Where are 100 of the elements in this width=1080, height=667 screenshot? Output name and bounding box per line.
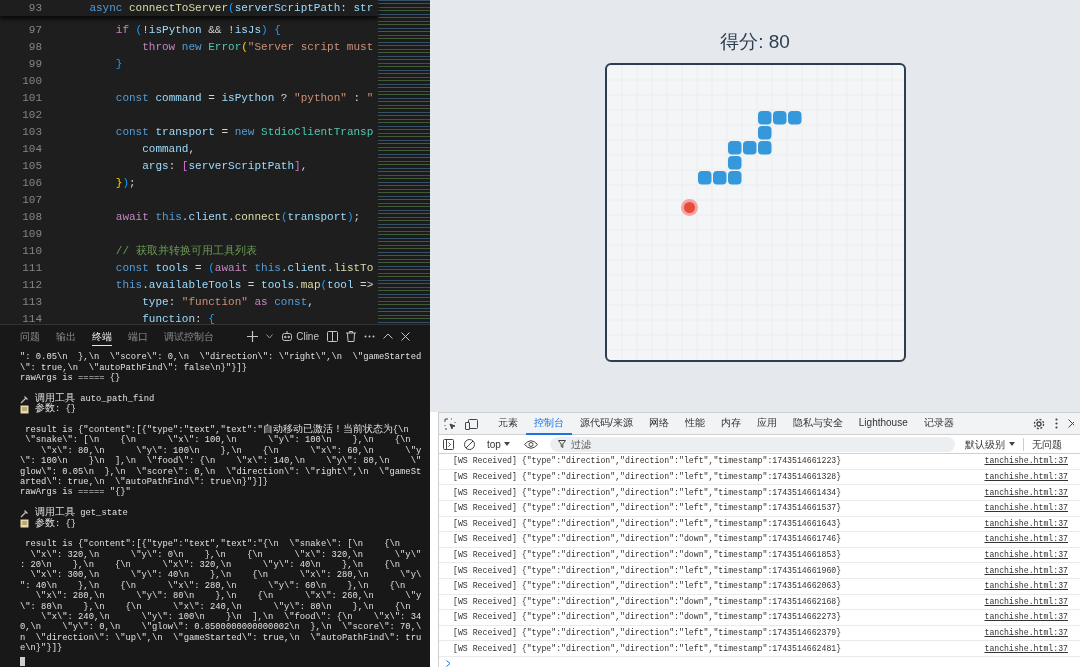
source-link[interactable]: tanchishe.html:37 [984,611,1068,624]
terminal-output: glow\": 0.05\n },\n \"score\": 0,\n \"direction\": \"right\",\n \"gameSt [20,466,422,477]
terminal-output: ": 40\n },\n {\n \"x\": 280,\n \"y\": 60\n },\n {\n [20,580,406,591]
code-line: await this.client.connect(transport); [114,210,361,226]
console-message: [WS Received] {"type":"direction","direction":"left","timestamp":1743514661223} [453,455,842,468]
line-number: 114 [21,312,43,325]
console-message: [WS Received] {"type":"direction","direction":"left","timestamp":1743514662481} [453,642,842,655]
devtools-tab[interactable]: 内存 [712,412,749,435]
eye-icon[interactable] [523,439,538,449]
more-icon[interactable] [1055,418,1058,430]
score-label: 得分: 80 [720,30,790,54]
clear-icon[interactable] [464,438,475,450]
terminal-output: 0,\n \"y\": 0,\n \"glow\": 0.8500000000000002\n },\n \"score\": 70,\ [20,622,422,633]
notepad-icon [20,404,29,414]
chevron-down-icon[interactable] [266,333,274,339]
line-number: 113 [21,295,43,311]
source-link[interactable]: tanchishe.html:37 [984,533,1068,546]
tool-call-line: 调用工具 get_state [35,508,128,519]
code-line: } [114,57,123,73]
line-number: 99 [27,57,43,73]
code-line: // 获取并转换可用工具列表 [114,244,257,260]
source-link[interactable]: tanchishe.html:37 [984,517,1068,531]
source-link[interactable]: tanchishe.html:37 [984,564,1068,577]
line-number: 93 [27,0,43,16]
code-line: command, [141,142,196,158]
terminal-output: \"snake\": [\n {\n \"x\": 100,\n \"y\": 100\n },\n {\n [24,435,411,446]
source-link[interactable]: tanchishe.html:37 [984,642,1068,655]
console-message: [WS Received] {"type":"direction","direction":"left","timestamp":1743514662379} [453,626,842,639]
panel-tab[interactable]: 终端 [92,326,112,346]
devtools-tab[interactable]: Lighthouse [850,412,916,435]
source-link[interactable]: tanchishe.html:37 [984,626,1068,640]
panel-tab[interactable]: 端口 [128,326,148,346]
code-line: async connectToServer(serverScriptPath: str [88,0,374,16]
split-icon[interactable] [327,330,338,342]
code-line: type: "function" as const, [141,295,314,311]
terminal-output: \": true,\n \"autoPathFind\": false\n}"}]} [20,362,247,373]
terminal-output: ": 0.05\n },\n \"score\": 0,\n \"direction\": \"right\",\n \"gameStarted [20,352,422,363]
console-message: [WS Received] {"type":"direction","direction":"left","timestamp":1743514661434} [453,486,842,499]
close-icon[interactable] [1068,419,1074,429]
prompt-icon[interactable] [446,660,451,667]
more-icon[interactable] [364,334,375,338]
line-number: 112 [21,278,43,294]
source-link[interactable]: tanchishe.html:37 [984,471,1068,484]
terminal-output: result is {"content":[{"type":"text","text":"{\n \"snake\": [\n {\n [24,539,401,550]
devtools-tab[interactable]: 性能 [676,412,713,435]
panel-tab[interactable]: 调试控制台 [164,326,214,346]
terminal-output: n \"direction\": \"up\",\n \"gameStarted\": true,\n \"autoPathFind\": tru [20,632,422,643]
devtools-tab[interactable]: 记录器 [915,412,962,435]
terminal-output: : 20\n },\n {\n \"x\": 320,\n \"y\": 40\n },\n {\n [20,560,401,571]
code-line: args: [serverScriptPath], [141,159,308,175]
devtools-tab[interactable]: 控制台 [526,412,572,435]
terminal-output: \": 80\n },\n {\n \"x\": 240,\n \"y\": 80\n },\n {\n [20,601,411,612]
panel-tab[interactable]: 输出 [56,326,76,346]
line-number: 97 [27,23,43,39]
settings-icon[interactable] [1033,417,1045,430]
console-message: [WS Received] {"type":"direction","direction":"down","timestamp":1743514661853} [453,549,842,561]
source-link[interactable]: tanchishe.html:37 [984,455,1068,468]
devtools-tab[interactable]: 网络 [640,412,677,435]
terminal-output: \"x\": 300,\n \"y\": 40\n },\n {\n \"x\": 280,\n \"y\ [29,570,422,581]
source-link[interactable]: tanchishe.html:37 [984,502,1068,515]
chevron-up-icon[interactable] [383,333,393,340]
devtools-tab[interactable]: 源代码/来源 [572,412,641,435]
line-number: 111 [21,261,43,277]
code-line: const tools = (await this.client.listTo [114,261,374,277]
device-icon[interactable] [465,417,478,430]
log-level-dropdown[interactable]: 默认级别 [964,436,1015,452]
terminal-cursor [20,657,25,667]
console-message: [WS Received] {"type":"direction","direction":"down","timestamp":1743514662168} [453,595,842,608]
terminal-output: \"x\": 280,\n \"y\": 80\n },\n {\n \"x\": 260,\n \"y [34,591,422,602]
source-link[interactable]: tanchishe.html:37 [984,595,1068,609]
params-line: 参数: {} [35,518,77,529]
devtools-tab[interactable]: 元素 [490,412,526,435]
caret-icon [1008,442,1015,447]
line-number: 108 [21,210,43,226]
sidebar-icon[interactable] [443,438,454,450]
source-link[interactable]: tanchishe.html:37 [984,549,1068,562]
robot-icon[interactable] [281,330,294,343]
devtools-tab[interactable]: 隐私与安全 [784,412,851,435]
line-number: 100 [21,74,43,90]
terminal-output: \"x\": 240,\n \"y\": 100\n }\n ],\n \"food\": {\n \"x\": 34 [41,612,422,623]
hammer-icon [20,394,29,404]
console-message: [WS Received] {"type":"direction","direction":"left","timestamp":1743514661643} [453,517,842,530]
source-link[interactable]: tanchishe.html:37 [984,580,1068,593]
line-number: 102 [21,108,43,124]
code-line: const transport = new StdioClientTransp [114,125,374,141]
code-line: if (!isPython && !isJs) { [114,23,281,39]
terminal-output: \": 100\n }\n ],\n \"food\": {\n \"x\": 140,\n \"y\": 80,\n \" [20,456,422,467]
plus-icon[interactable] [247,330,259,342]
issues-button[interactable]: 无问题 [1031,436,1062,452]
devtools-tab[interactable]: 应用 [748,412,785,435]
source-link[interactable]: tanchishe.html:37 [984,486,1068,499]
panel-tab[interactable]: 问题 [20,326,40,346]
code-line: this.availableTools = tools.map(tool => [114,278,374,294]
context-dropdown[interactable]: top [487,436,510,452]
trash-icon[interactable] [346,330,356,342]
inspect-icon[interactable] [444,417,456,430]
food-dot [680,198,698,216]
cline-label[interactable]: Cline [296,328,319,344]
filter-field[interactable]: 过滤 [549,436,955,452]
terminal-output: \"x\": 80,\n \"y\": 100\n },\n {\n \"x\": 60,\n \"y [40,445,422,456]
